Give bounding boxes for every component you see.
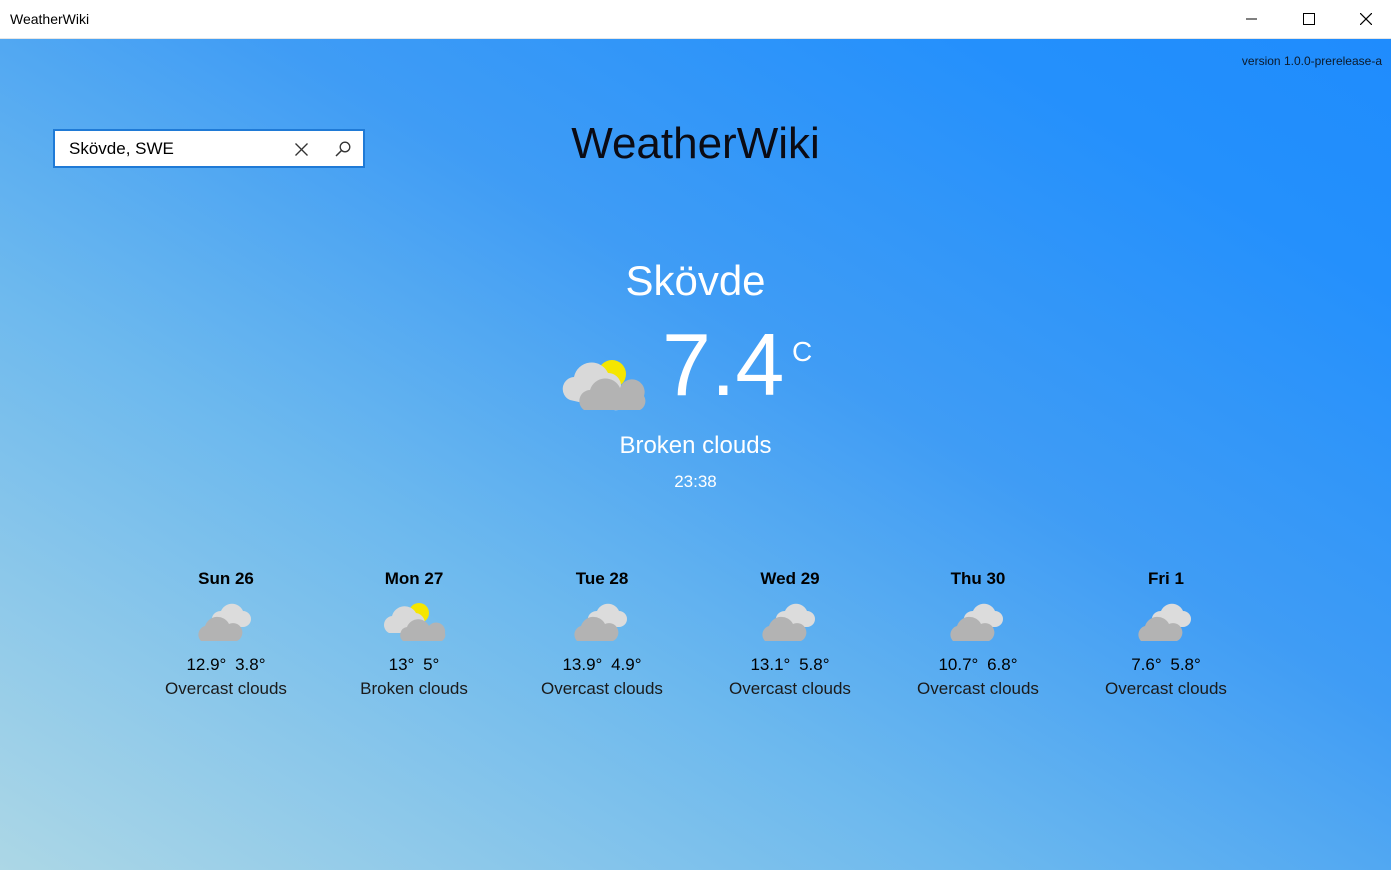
forecast-description: Overcast clouds <box>917 679 1039 698</box>
overcast-clouds-icon <box>1138 603 1191 641</box>
forecast-description: Overcast clouds <box>1105 679 1227 698</box>
forecast-day: Fri 1 7.6° 5.8° Overcast clouds <box>1076 569 1256 699</box>
forecast-high: 7.6° <box>1131 655 1162 674</box>
forecast-day: Tue 28 13.9° 4.9° Overcast clouds <box>512 569 692 699</box>
forecast-low: 5.8° <box>1170 655 1201 674</box>
forecast-description: Overcast clouds <box>165 679 287 698</box>
current-time: 23:38 <box>674 472 717 491</box>
forecast-day: Sun 26 12.9° 3.8° Overcast clouds <box>136 569 316 699</box>
window-title: WeatherWiki <box>10 11 90 27</box>
forecast-day-name: Mon 27 <box>384 569 444 588</box>
city-name: Skövde <box>625 257 766 304</box>
overcast-clouds-icon <box>762 603 815 641</box>
minimize-button[interactable] <box>1223 0 1280 38</box>
forecast-low: 6.8° <box>987 655 1018 674</box>
overcast-clouds-icon <box>198 603 251 641</box>
forecast-high: 13° <box>388 655 415 674</box>
close-button[interactable] <box>1337 0 1391 38</box>
page-title: WeatherWiki <box>571 119 820 168</box>
forecast-low: 5.8° <box>799 655 830 674</box>
forecast-high: 10.7° <box>938 655 979 674</box>
main-content: version 1.0.0-prerelease-a WeatherWiki S… <box>0 39 1391 870</box>
forecast-day-name: Thu 30 <box>950 569 1006 588</box>
maximize-button[interactable] <box>1280 0 1337 38</box>
forecast-day: Mon 27 13° 5° Broken clouds <box>324 569 504 699</box>
forecast-day-name: Sun 26 <box>198 569 254 588</box>
close-icon <box>1359 13 1372 25</box>
current-condition: Broken clouds <box>619 432 772 459</box>
current-temperature: 7.4 <box>662 315 785 414</box>
temperature-unit: C <box>792 336 813 367</box>
forecast-day: Wed 29 13.1° 5.8° Overcast clouds <box>700 569 880 699</box>
forecast-high: 13.9° <box>562 655 603 674</box>
app-window: WeatherWiki version 1.0.0-prerelease-a W… <box>0 0 1391 870</box>
minimize-icon <box>1245 18 1257 20</box>
forecast-day-name: Tue 28 <box>575 569 629 588</box>
forecast-day: Thu 30 10.7° 6.8° Overcast clouds <box>888 569 1068 699</box>
forecast-description: Broken clouds <box>360 679 468 698</box>
forecast-description: Overcast clouds <box>541 679 663 698</box>
overcast-clouds-icon <box>950 603 1003 641</box>
forecast-day-name: Wed 29 <box>760 569 820 588</box>
broken-clouds-icon <box>384 603 446 641</box>
forecast-day-name: Fri 1 <box>1148 569 1184 588</box>
forecast-low: 3.8° <box>235 655 266 674</box>
forecast-description: Overcast clouds <box>729 679 851 698</box>
forecast-low: 4.9° <box>611 655 642 674</box>
broken-clouds-icon <box>562 360 646 411</box>
title-bar: WeatherWiki <box>0 0 1391 39</box>
version-label: version 1.0.0-prerelease-a <box>1241 54 1382 68</box>
forecast-high: 13.1° <box>750 655 791 674</box>
overcast-clouds-icon <box>574 603 627 641</box>
forecast-high: 12.9° <box>186 655 227 674</box>
maximize-icon <box>1302 13 1315 25</box>
forecast-low: 5° <box>423 655 440 674</box>
